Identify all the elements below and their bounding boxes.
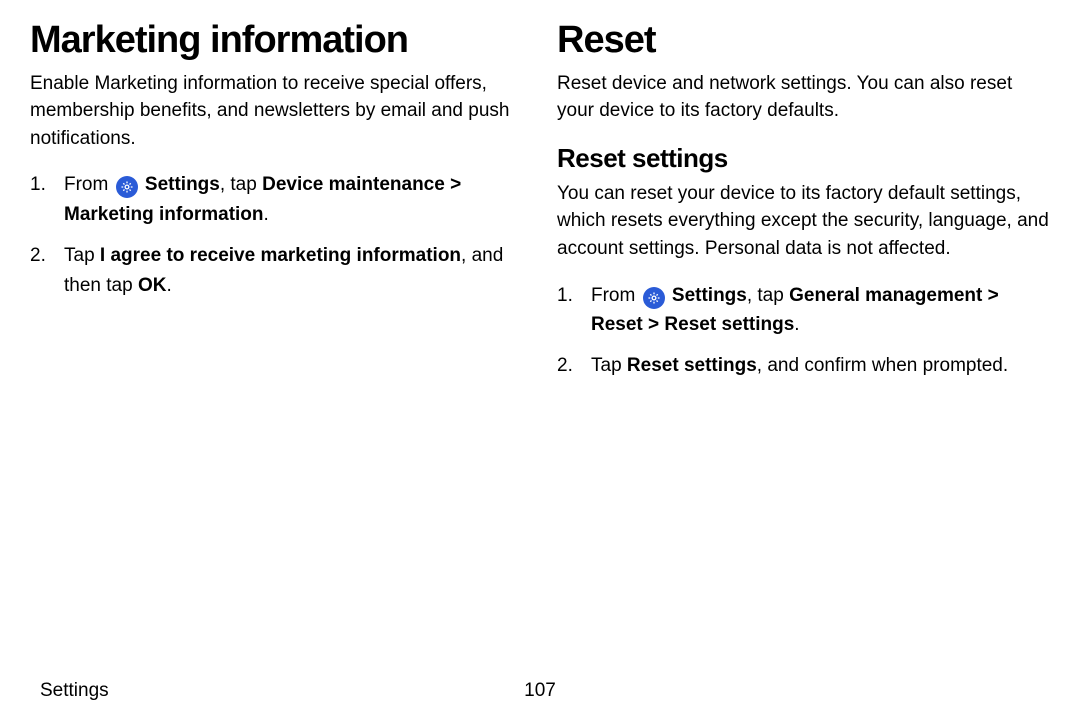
heading-marketing-information: Marketing information	[30, 20, 523, 62]
list-item: From Settings, tap General management > …	[557, 281, 1050, 340]
settings-label: Settings	[672, 285, 747, 306]
footer-page-number: 107	[524, 680, 556, 702]
step-text: .	[264, 204, 269, 225]
marketing-information-label: Marketing information	[64, 204, 264, 225]
breadcrumb-separator: >	[648, 314, 659, 335]
list-item: Tap Reset settings, and confirm when pro…	[557, 351, 1050, 380]
heading-reset: Reset	[557, 20, 1050, 62]
step-text: , and confirm when prompted.	[757, 355, 1008, 376]
list-item: Tap I agree to receive marketing informa…	[30, 241, 523, 300]
agree-label: I agree to receive marketing information	[100, 245, 461, 266]
breadcrumb-separator: >	[450, 174, 461, 195]
steps-marketing: From Settings, tap Device maintenance > …	[30, 170, 523, 300]
right-column: Reset Reset device and network settings.…	[557, 20, 1050, 393]
subheading-reset-settings: Reset settings	[557, 143, 1050, 174]
step-text: , tap	[220, 174, 257, 195]
steps-reset-settings: From Settings, tap General management > …	[557, 281, 1050, 381]
intro-marketing: Enable Marketing information to receive …	[30, 70, 523, 153]
step-text: Tap	[591, 355, 622, 376]
intro-reset-settings: You can reset your device to its factory…	[557, 180, 1050, 263]
reset-label: Reset	[591, 314, 643, 335]
step-text: .	[794, 314, 799, 335]
general-management-label: General management	[789, 285, 982, 306]
intro-reset: Reset device and network settings. You c…	[557, 70, 1050, 125]
step-text: From	[591, 285, 635, 306]
reset-settings-label: Reset settings	[627, 355, 757, 376]
left-column: Marketing information Enable Marketing i…	[30, 20, 523, 393]
step-text: Tap	[64, 245, 95, 266]
settings-gear-icon	[643, 287, 665, 309]
breadcrumb-separator: >	[988, 285, 999, 306]
step-text: From	[64, 174, 108, 195]
footer-section-label: Settings	[40, 680, 109, 702]
settings-label: Settings	[145, 174, 220, 195]
reset-settings-label: Reset settings	[664, 314, 794, 335]
settings-gear-icon	[116, 176, 138, 198]
page-footer: Settings 107	[40, 680, 1040, 702]
step-text: , tap	[747, 285, 784, 306]
step-text: .	[166, 275, 171, 296]
list-item: From Settings, tap Device maintenance > …	[30, 170, 523, 229]
device-maintenance-label: Device maintenance	[262, 174, 445, 195]
ok-label: OK	[138, 275, 167, 296]
